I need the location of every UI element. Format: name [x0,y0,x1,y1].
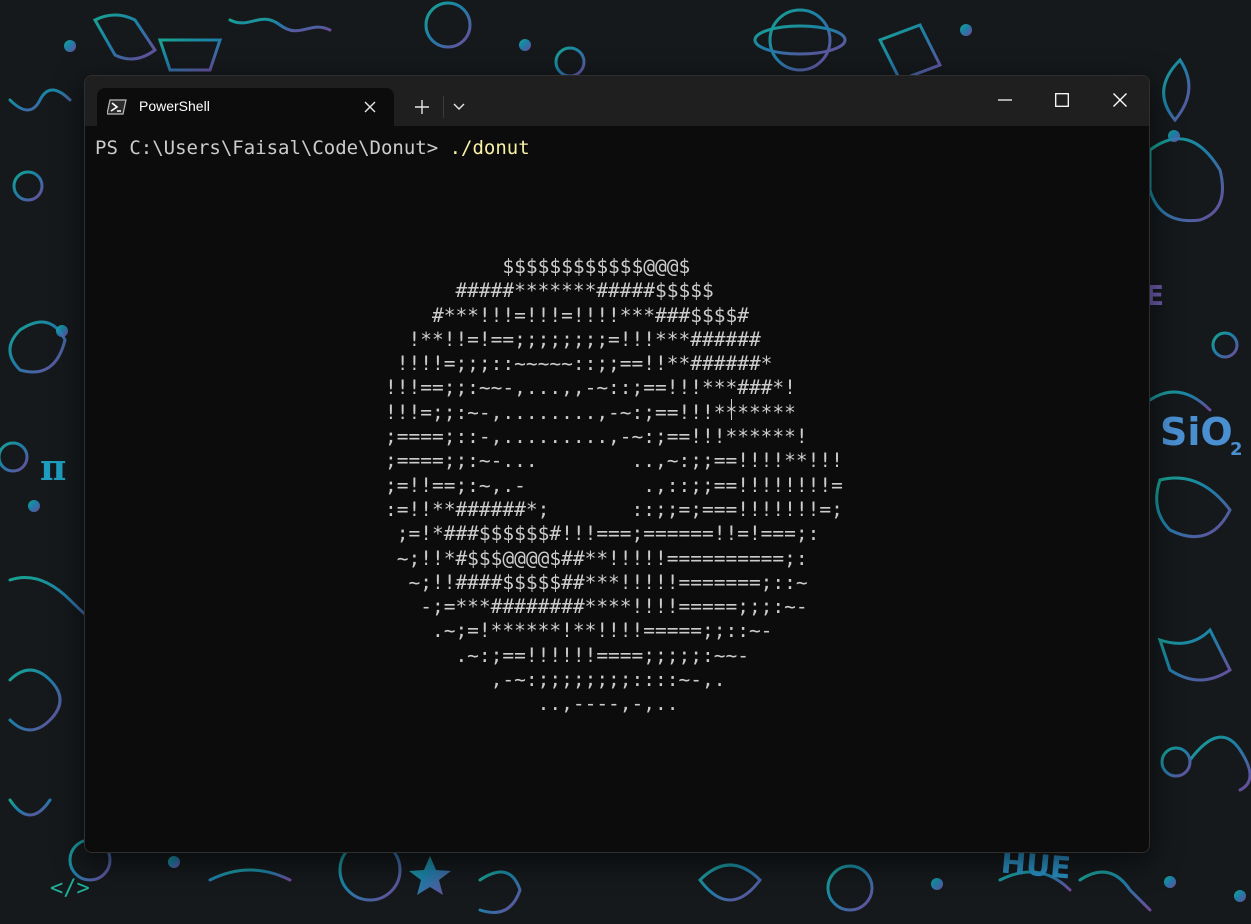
output-line: ;====;;:~-... ..,~:;;==!!!!**!!! [385,449,843,473]
output-line: !!!==;;:~~-,...,,-~::;==!!!***###*! [385,376,796,400]
prompt-line: PS C:\Users\Faisal\Code\Donut> ./donut [95,136,530,160]
close-icon [1113,93,1127,107]
tab-title: PowerShell [139,98,210,114]
tab-powershell[interactable]: PowerShell [97,88,394,126]
output-line: ;=!!==;:~,.- .,::;;==!!!!!!!!= [385,473,843,497]
svg-text:</>: </> [50,876,90,901]
plus-icon [415,100,429,114]
donut-output: $$$$$$$$$$$$@@@$ #####*******#####$$$$$ … [385,255,843,717]
output-line: #***!!!=!!!=!!!!***###$$$$# [385,303,749,327]
output-line: ;====;::-,.........,-~:;==!!!******! [385,425,808,449]
chevron-down-icon [453,103,465,110]
minimize-icon [998,99,1012,101]
svg-text:2: 2 [1230,439,1243,460]
output-line: ,-~:;;;;;;;;::::~-,. [385,668,726,692]
text-cursor [731,399,732,420]
maximize-icon [1055,93,1069,107]
svg-text:π: π [40,447,66,489]
title-bar[interactable]: PowerShell [85,76,1149,126]
output-line: .~;=!******!**!!!!=====;;::~- [385,619,773,643]
output-line: ~;!!####$$$$$##***!!!!!=======;::~ [385,570,808,594]
tab-dropdown-button[interactable] [447,94,471,120]
output-line: -;=***########****!!!!=====;;;:~- [385,595,808,619]
svg-text:SiO: SiO [1160,410,1233,454]
output-line: :=!!**######*; ::;;=;===!!!!!!!=; [385,497,843,521]
output-line: .~:;==!!!!!!====;;;;;:~~- [385,643,749,667]
tab-separator [443,96,444,118]
close-tab-icon[interactable] [359,96,381,118]
new-tab-button[interactable] [407,94,437,120]
output-line: ~;!!*#$$$@@@@$##**!!!!!==========;: [385,546,808,570]
output-line: !!!=;;:~-,........,-~:;==!!!******* [385,400,796,424]
output-line: ;=!*###$$$$$$#!!!===;======!!=!===;: [385,522,820,546]
close-window-button[interactable] [1097,82,1143,118]
command-text: ./donut [449,137,530,159]
prompt-text: PS C:\Users\Faisal\Code\Donut> [95,137,450,159]
output-line: !**!!=!==;;;;;;;;=!!!***###### [385,327,761,351]
powershell-icon [106,97,127,117]
output-line: $$$$$$$$$$$$@@@$ [385,255,691,278]
output-line: !!!!=;;;::~~~~~::;;==!!**######* [385,352,773,376]
output-line: #####*******#####$$$$$ [385,279,714,303]
terminal-content[interactable]: PS C:\Users\Faisal\Code\Donut> ./donut $… [85,126,1149,852]
minimize-button[interactable] [982,82,1028,118]
terminal-window: PowerShell PS C:\Users\Faisal\Code\Donut… [84,75,1150,853]
output-line: ..,----,-,.. [385,692,679,716]
maximize-button[interactable] [1039,82,1085,118]
